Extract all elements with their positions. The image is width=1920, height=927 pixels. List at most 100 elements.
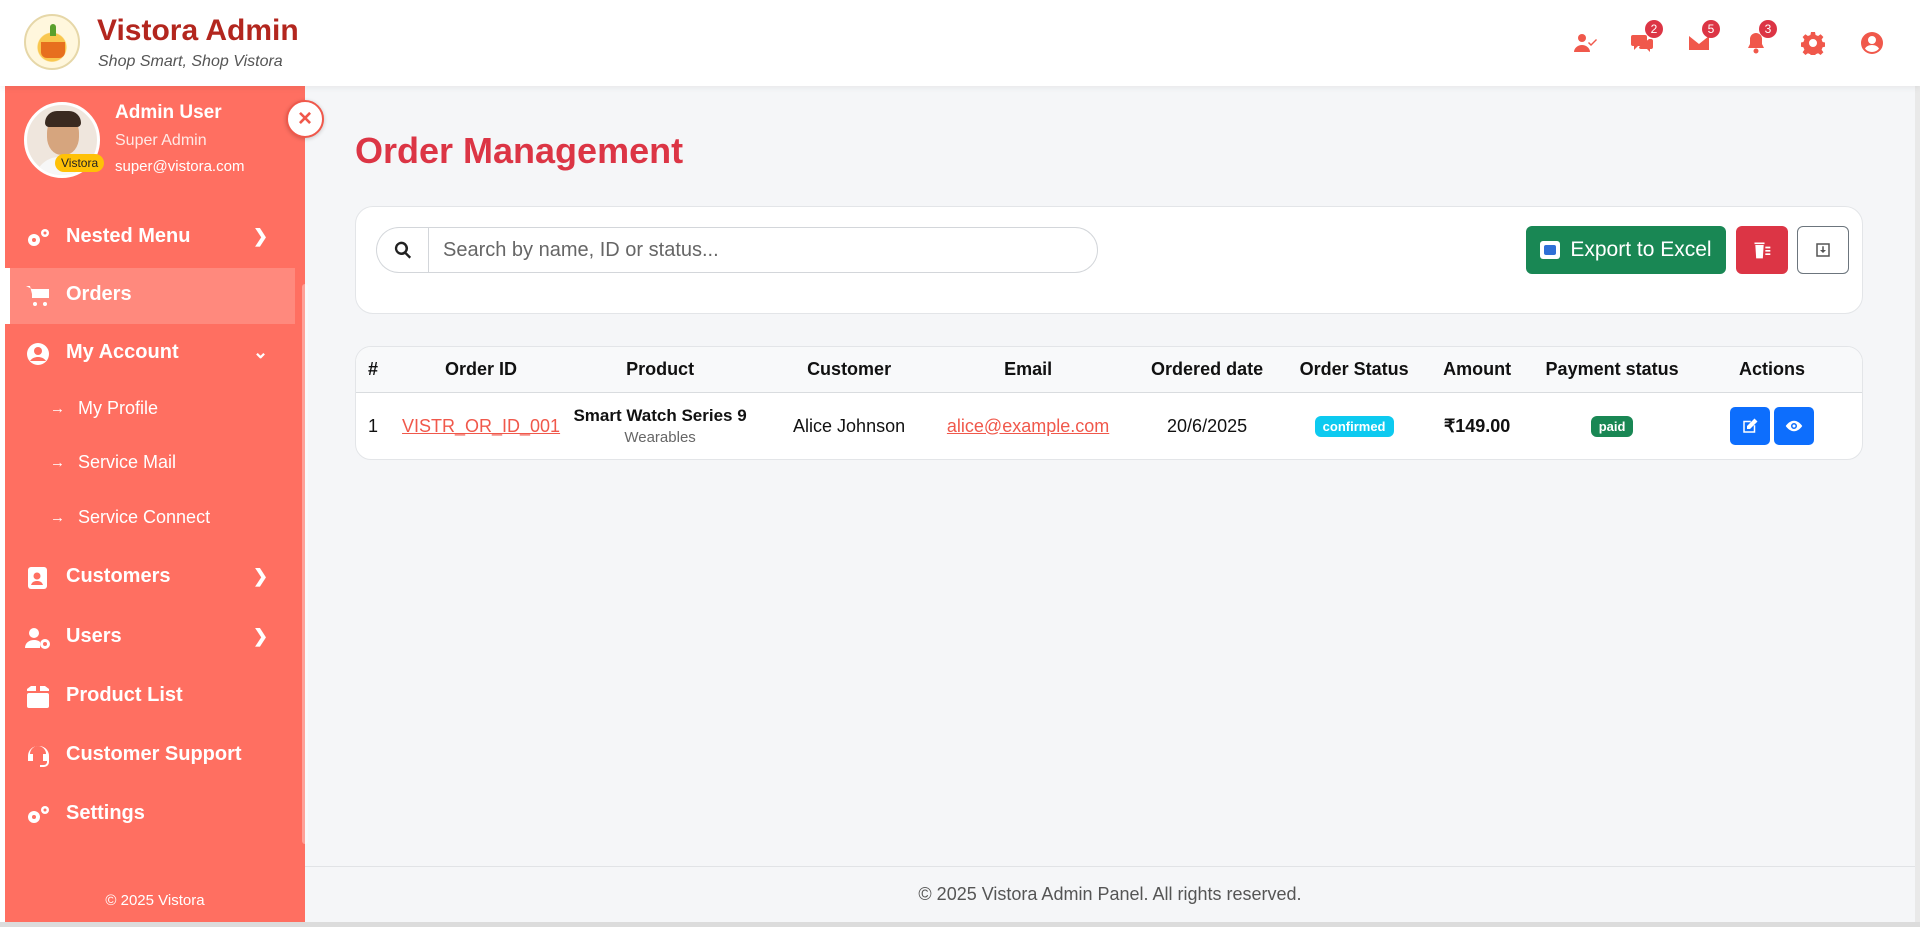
sidebar-item-product-list[interactable]: Product List: [5, 669, 295, 725]
sidebar-subitem-my-profile[interactable]: → My Profile: [5, 390, 295, 430]
sidebar-item-label: Settings: [66, 802, 145, 824]
cell-email: alice@example.com: [938, 392, 1118, 459]
user-name: Admin User: [115, 102, 222, 123]
header-payment-status: Payment status: [1542, 347, 1683, 393]
product-category: Wearables: [624, 429, 696, 447]
payment-badge: paid: [1590, 416, 1634, 438]
page-title: Order Management: [355, 130, 684, 171]
orders-table-card: # Order ID Product Customer Email Ordere…: [355, 346, 1863, 460]
header-email: Email: [938, 347, 1119, 393]
sidebar-subitem-label: My Profile: [78, 398, 159, 418]
sidebar-subitem-label: Service Connect: [78, 507, 211, 527]
brand-title: Vistora Admin: [97, 14, 299, 47]
header-num: #: [356, 347, 402, 393]
brand-tagline: Shop Smart, Shop Vistora: [98, 53, 283, 70]
arrow-right-icon: →: [50, 454, 65, 471]
box-icon: [25, 685, 51, 709]
cell-product: Smart Watch Series 9 Wearables: [560, 392, 760, 459]
toolbar-card: Export to Excel: [355, 206, 1863, 314]
sidebar-item-customers[interactable]: Customers ❯: [5, 550, 295, 606]
arrow-right-icon: →: [50, 400, 65, 417]
cell-order-status: confirmed: [1296, 392, 1412, 459]
product-name: Smart Watch Series 9: [573, 406, 747, 426]
page-scrollbar[interactable]: [1915, 86, 1920, 922]
window-bottom-edge: [0, 922, 1920, 927]
footer-text: © 2025 Vistora Admin Panel. All rights r…: [918, 884, 1302, 904]
import-button[interactable]: [1797, 226, 1849, 274]
close-icon: ×: [297, 105, 312, 132]
edit-button[interactable]: [1730, 407, 1771, 446]
brand-logo[interactable]: [24, 14, 80, 70]
cart-icon: [25, 284, 51, 308]
chevron-right-icon: ❯: [253, 626, 269, 646]
user-circle-icon: [25, 342, 51, 366]
sidebar: Vistora Admin User Super Admin super@vis…: [5, 84, 308, 922]
search-input[interactable]: [428, 227, 1098, 273]
user-check-icon[interactable]: [1570, 28, 1600, 58]
sidebar-item-customer-support[interactable]: Customer Support: [5, 728, 295, 784]
sidebar-item-label: Customer Support: [66, 743, 242, 765]
users-gear-icon: [25, 626, 51, 650]
export-excel-button[interactable]: Export to Excel: [1526, 226, 1726, 274]
orders-table: # Order ID Product Customer Email Ordere…: [356, 347, 1862, 459]
avatar-tag: Vistora: [55, 154, 105, 172]
user-role: Super Admin: [115, 132, 207, 149]
sidebar-item-nested-menu[interactable]: Nested Menu ❯: [5, 210, 295, 266]
sidebar-item-label: Nested Menu: [66, 225, 191, 247]
cell-payment-status: paid: [1542, 392, 1682, 459]
search-button[interactable]: [376, 227, 428, 273]
chevron-down-icon: ⌄: [253, 342, 269, 362]
arrow-right-icon: →: [50, 509, 65, 526]
bell-icon[interactable]: 3: [1741, 20, 1777, 58]
cell-order-id: VISTR_OR_ID_001: [402, 392, 560, 459]
header-order-status: Order Status: [1296, 347, 1413, 393]
order-id-link[interactable]: VISTR_OR_ID_001: [402, 416, 560, 436]
email-link[interactable]: alice@example.com: [947, 416, 1109, 436]
mail-icon[interactable]: 5: [1684, 20, 1720, 58]
page-footer: © 2025 Vistora Admin Panel. All rights r…: [305, 866, 1915, 922]
cell-date: 20/6/2025: [1167, 415, 1248, 436]
cell-customer: Alice Johnson: [793, 415, 906, 436]
chat-badge: 2: [1645, 20, 1663, 38]
chevron-right-icon: ❯: [253, 566, 269, 586]
sidebar-item-my-account[interactable]: My Account ⌄: [5, 326, 295, 382]
sidebar-scrollbar[interactable]: [302, 284, 308, 844]
address-book-icon: [25, 566, 51, 590]
sidebar-item-label: Orders: [66, 283, 132, 305]
header-amount: Amount: [1412, 347, 1543, 393]
sidebar-subitem-label: Service Mail: [78, 452, 177, 472]
bell-badge: 3: [1759, 20, 1777, 38]
export-label: Export to Excel: [1570, 238, 1712, 261]
sidebar-item-users[interactable]: Users ❯: [5, 610, 295, 666]
download-box-icon: [1816, 243, 1830, 257]
header-order-id: Order ID: [402, 347, 561, 393]
sidebar-footer: © 2025 Vistora: [105, 892, 205, 909]
excel-icon: [1540, 241, 1561, 259]
eye-icon: [1785, 421, 1803, 432]
edit-icon: [1743, 418, 1758, 433]
sidebar-item-label: My Account: [66, 341, 179, 363]
top-header: Vistora Admin Shop Smart, Shop Vistora 2…: [0, 0, 1920, 86]
cell-actions: [1682, 392, 1862, 459]
view-button[interactable]: [1774, 407, 1815, 446]
chat-icon[interactable]: 2: [1627, 20, 1663, 58]
sidebar-subitem-service-mail[interactable]: → Service Mail: [5, 444, 295, 484]
sidebar-subitem-service-connect[interactable]: → Service Connect: [5, 499, 295, 539]
gears-icon: [25, 226, 51, 250]
table-header-row: # Order ID Product Customer Email Ordere…: [356, 347, 1862, 393]
header-ordered-date: Ordered date: [1118, 347, 1297, 393]
headset-icon: [25, 744, 51, 768]
user-circle-icon[interactable]: [1857, 28, 1887, 58]
header-product: Product: [560, 347, 761, 393]
gear-icon[interactable]: [1798, 28, 1828, 58]
user-email: super@vistora.com: [115, 158, 245, 175]
app-window: Vistora Admin Shop Smart, Shop Vistora 2…: [0, 0, 1920, 927]
sidebar-item-orders[interactable]: Orders: [5, 268, 295, 324]
delete-button[interactable]: [1736, 226, 1788, 274]
cell-amount: ₹149.00: [1443, 415, 1511, 436]
sidebar-item-settings[interactable]: Settings: [5, 787, 295, 843]
table-row: 1 VISTR_OR_ID_001 Smart Watch Series 9 W…: [356, 392, 1862, 459]
mail-badge: 5: [1702, 20, 1720, 38]
chevron-right-icon: ❯: [253, 226, 269, 246]
close-sidebar-button[interactable]: ×: [286, 100, 324, 138]
